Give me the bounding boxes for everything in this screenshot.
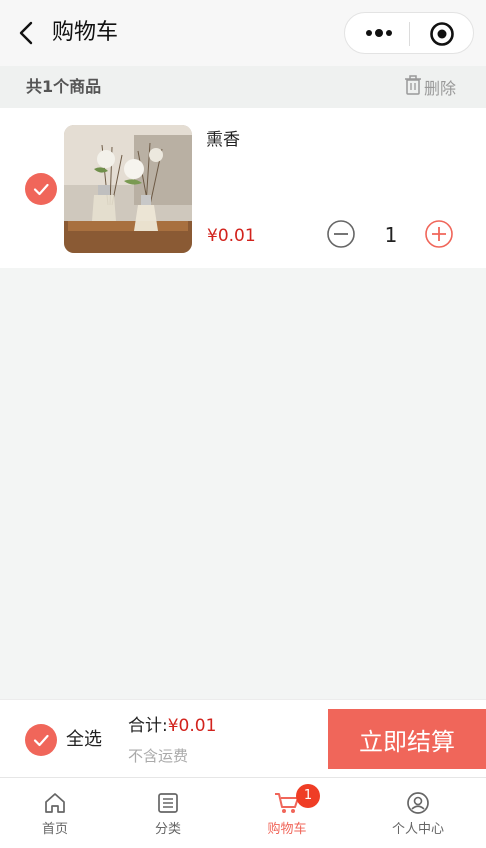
select-all-label[interactable]: 全选 <box>66 726 102 754</box>
increase-quantity-button[interactable] <box>424 219 454 249</box>
tab-label: 个人中心 <box>391 822 444 837</box>
cart-summary-bar: 共1个商品 删除 <box>0 66 486 108</box>
tab-bar: 首页 分类 1 购物车 个人中心 <box>0 777 486 848</box>
cart-badge: 1 <box>296 784 320 808</box>
more-dots-icon[interactable] <box>359 21 399 45</box>
product-name[interactable]: 熏香 <box>206 128 240 152</box>
select-all-checkbox[interactable] <box>25 724 57 756</box>
trash-icon <box>404 74 422 100</box>
total-value: ¥0.01 <box>167 716 217 736</box>
user-icon <box>363 790 473 816</box>
delete-button[interactable]: 删除 <box>404 74 456 100</box>
tab-label: 分类 <box>154 822 181 837</box>
tab-label: 首页 <box>41 822 68 837</box>
cart-icon <box>232 790 342 816</box>
checkout-bar: 全选 合计:¥0.01 不含运费 立即结算 <box>0 699 486 777</box>
close-mini-program-icon[interactable] <box>429 21 455 47</box>
mini-program-capsule <box>344 12 474 54</box>
shipping-note: 不含运费 <box>128 747 189 765</box>
home-icon <box>0 790 110 816</box>
item-count: 共1个商品 <box>26 77 102 96</box>
item-checkbox[interactable] <box>25 173 57 205</box>
category-list-icon <box>113 790 223 816</box>
product-price: ¥0.01 <box>207 226 256 246</box>
decrease-quantity-button[interactable] <box>326 219 356 249</box>
back-arrow-icon[interactable] <box>14 18 42 48</box>
tab-home[interactable]: 首页 <box>0 790 110 838</box>
checkout-button[interactable]: 立即结算 <box>328 709 486 769</box>
capsule-divider <box>409 22 410 46</box>
product-image[interactable] <box>64 125 192 253</box>
quantity-value: 1 <box>384 223 398 247</box>
total-price: 合计:¥0.01 <box>128 714 216 738</box>
total-label: 合计: <box>128 716 168 736</box>
navigation-bar: 购物车 <box>0 0 486 66</box>
cart-item: 熏香 ¥0.01 1 <box>0 108 486 268</box>
tab-label: 购物车 <box>267 822 307 837</box>
delete-label: 删除 <box>423 79 456 98</box>
page-title: 购物车 <box>52 20 119 45</box>
tab-cart[interactable]: 1 购物车 <box>232 784 342 838</box>
tab-category[interactable]: 分类 <box>113 790 223 838</box>
tab-profile[interactable]: 个人中心 <box>363 790 473 838</box>
